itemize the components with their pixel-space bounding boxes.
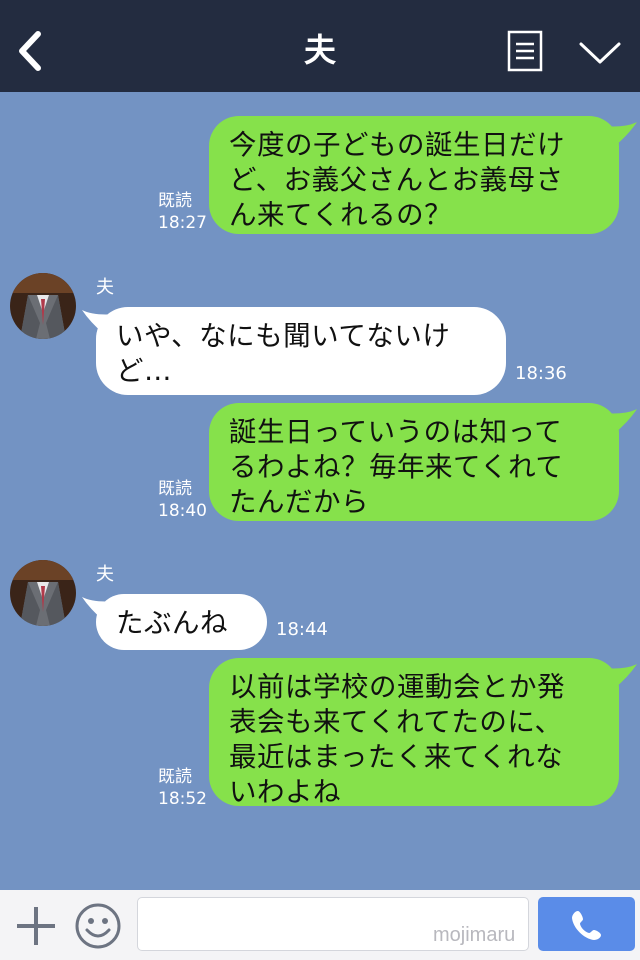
avatar[interactable]	[10, 273, 76, 339]
message-time: 18:36	[515, 363, 567, 384]
sender-name: 夫	[96, 564, 114, 585]
bubble-tail	[82, 597, 116, 621]
watermark: mojimaru	[433, 924, 516, 946]
chat-area[interactable]: 今度の子どもの誕生日だけ ど、お義父さんとお義母さ ん来てくれるの？ 既読 18…	[0, 92, 640, 890]
avatar[interactable]	[10, 560, 76, 626]
phone-icon	[572, 911, 601, 940]
message-bubble[interactable]: 今度の子どもの誕生日だけ ど、お義父さんとお義母さ ん来てくれるの？	[209, 116, 619, 234]
call-button[interactable]	[538, 897, 635, 951]
document-list-icon[interactable]	[507, 30, 543, 72]
message-time: 18:44	[276, 619, 328, 640]
read-receipt: 既読	[158, 479, 192, 499]
suit-avatar-icon	[10, 273, 76, 339]
message-time: 18:52	[158, 789, 207, 809]
message-time: 18:40	[158, 501, 207, 521]
message-bubble[interactable]: いや、なにも聞いてないけ ど…	[96, 307, 506, 395]
read-receipt: 既読	[158, 191, 192, 211]
bubble-tail	[603, 664, 637, 688]
suit-avatar-icon	[10, 560, 76, 626]
plus-icon[interactable]	[14, 904, 58, 948]
sender-name: 夫	[96, 277, 114, 298]
header-bar: 夫	[0, 0, 640, 92]
bubble-tail	[603, 409, 637, 433]
bubble-tail	[82, 310, 116, 334]
smiley-icon[interactable]	[74, 902, 122, 950]
message-time: 18:27	[158, 213, 207, 233]
chevron-down-icon[interactable]	[578, 40, 622, 66]
message-bubble[interactable]: 誕生日っていうのは知って るわよね？毎年来てくれて たんだから	[209, 403, 619, 521]
message-bubble[interactable]: 以前は学校の運動会とか発 表会も来てくれてたのに、 最近はまったく来てくれな い…	[209, 658, 619, 808]
chat-title: 夫	[303, 31, 336, 69]
message-bubble[interactable]: たぶんね	[96, 594, 267, 650]
bubble-tail	[603, 122, 637, 146]
read-receipt: 既読	[158, 767, 192, 787]
